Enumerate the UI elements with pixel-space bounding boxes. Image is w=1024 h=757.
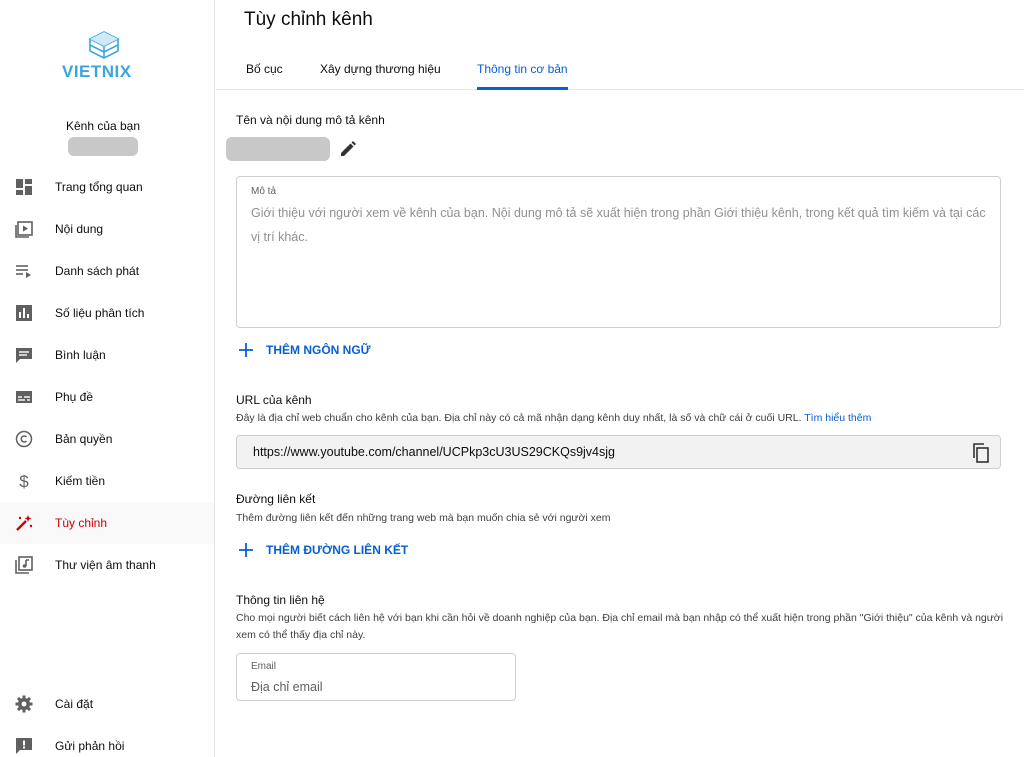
contact-info-title: Thông tin liên hệ [236,593,325,607]
audio-library-icon [15,556,33,574]
email-label: Email [251,661,277,672]
gear-icon [15,695,33,713]
sidebar-item-label: Kiếm tiền [55,474,106,488]
sidebar-item-label: Thư viện âm thanh [55,558,156,572]
sidebar-item-label: Danh sách phát [55,264,140,278]
page-title: Tùy chỉnh kênh [244,9,373,30]
plus-icon [239,543,253,557]
sidebar-item-audio-library[interactable]: Thư viện âm thanh [0,544,214,586]
sidebar-item-subtitles[interactable]: Phụ đề [0,376,214,418]
channel-name-redacted [68,137,138,156]
dashboard-icon [16,179,32,195]
channel-url-value: https://www.youtube.com/channel/UCPkp3cU… [253,445,615,459]
svg-text:$: $ [19,472,29,491]
sidebar-item-copyright[interactable]: Bản quyền [0,418,214,460]
email-field[interactable]: Email [236,653,516,701]
sidebar-item-label: Tùy chỉnh [55,516,108,530]
channel-url-field[interactable]: https://www.youtube.com/channel/UCPkp3cU… [236,435,1001,469]
description-placeholder: Giới thiệu với người xem về kênh của bạn… [251,206,986,244]
tab-basic-info[interactable]: Thông tin cơ bản [477,48,568,90]
tab-layout[interactable]: Bố cục [246,48,283,90]
pencil-edit-icon[interactable] [338,139,358,159]
channel-label: Kênh của bạn [65,119,141,133]
sidebar-item-dashboard[interactable]: Trang tổng quan [0,166,214,208]
add-language-button[interactable]: THÊM NGÔN NGỮ [238,342,371,358]
sidebar: VIETNIX Kênh của bạn Trang tổng quan Nội… [0,0,215,757]
description-label: Mô tả [251,186,277,197]
learn-more-link[interactable]: Tìm hiểu thêm [804,412,871,424]
contact-info-subtitle: Cho mọi người biết cách liên hệ với bạn … [236,612,1004,641]
links-title: Đường liên kết [236,492,316,506]
name-description-title: Tên và nội dung mô tả kênh [236,113,385,127]
sidebar-item-label: Nội dung [55,222,104,236]
sidebar-item-feedback[interactable]: Gửi phản hồi [0,725,214,757]
add-link-label: THÊM ĐƯỜNG LIÊN KẾT [266,543,409,557]
add-link-button[interactable]: THÊM ĐƯỜNG LIÊN KẾT [238,542,408,558]
playlist-icon [16,265,31,278]
channel-name-field-redacted [226,137,330,161]
magic-wand-icon [16,515,33,531]
tab-branding[interactable]: Xây dựng thương hiệu [320,48,441,90]
logo-text: VIETNIX [62,62,132,81]
sidebar-item-label: Bản quyền [55,432,113,446]
sidebar-item-monetization[interactable]: $ Kiếm tiền [0,460,214,502]
sidebar-nav: Trang tổng quan Nội dung Danh sách phát … [0,166,214,586]
plus-icon [239,343,253,357]
sidebar-item-label: Cài đặt [55,697,94,711]
comments-icon [16,348,32,363]
tab-bar: Bố cục Xây dựng thương hiệu Thông tin cơ… [216,48,1024,90]
dollar-icon: $ [19,472,29,491]
description-textarea[interactable]: Mô tả Giới thiệu với người xem về kênh c… [236,176,1001,328]
sidebar-item-comments[interactable]: Bình luận [0,334,214,376]
channel-url-subtitle: Đây là địa chỉ web chuẩn cho kênh của bạ… [236,410,1016,427]
subtitles-icon [16,391,32,403]
links-subtitle: Thêm đường liên kết đến những trang web … [236,512,611,524]
channel-url-subtitle-text: Đây là địa chỉ web chuẩn cho kênh của bạ… [236,412,802,424]
sidebar-bottom-nav: Cài đặt Gửi phản hồi [0,683,214,757]
feedback-icon [16,738,32,754]
content-icon [15,221,33,238]
sidebar-item-label: Số liệu phân tích [55,306,145,320]
sidebar-item-analytics[interactable]: Số liệu phân tích [0,292,214,334]
sidebar-item-content[interactable]: Nội dung [0,208,214,250]
copyright-icon [15,430,33,448]
channel-url-title: URL của kênh [236,393,312,407]
sidebar-item-label: Phụ đề [55,390,94,404]
sidebar-item-customization[interactable]: Tùy chỉnh [0,502,214,544]
sidebar-item-settings[interactable]: Cài đặt [0,683,214,725]
copy-icon[interactable] [970,442,992,464]
analytics-icon [16,305,32,321]
sidebar-item-label: Gửi phản hồi [55,739,125,753]
sidebar-item-label: Bình luận [55,348,106,362]
email-input[interactable] [251,678,501,696]
add-language-label: THÊM NGÔN NGỮ [266,343,371,357]
sidebar-item-playlists[interactable]: Danh sách phát [0,250,214,292]
sidebar-item-label: Trang tổng quan [55,180,143,194]
